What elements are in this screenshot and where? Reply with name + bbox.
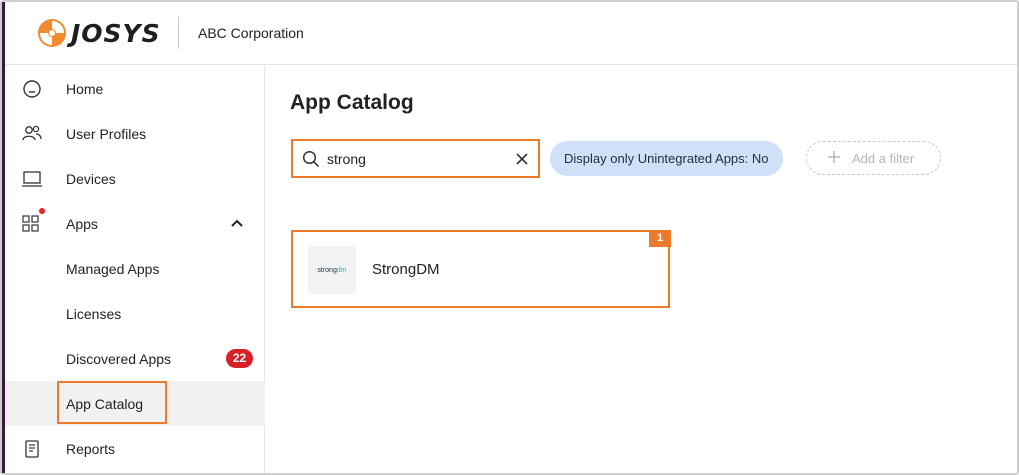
notification-dot <box>39 208 45 214</box>
sidebar-item-label: Managed Apps <box>66 260 160 277</box>
sidebar: Home User Profiles Devices Apps Managed … <box>5 66 265 473</box>
header-divider <box>178 17 179 49</box>
laptop-icon <box>22 171 42 187</box>
app-name: StrongDM <box>372 261 440 278</box>
sidebar-item-discovered-apps[interactable]: Discovered Apps 22 <box>5 336 265 381</box>
step-number-badge: 1 <box>649 230 671 247</box>
strongdm-logo-text-b: dm <box>336 266 347 274</box>
search-box[interactable] <box>291 139 540 178</box>
organization-name: ABC Corporation <box>198 25 304 41</box>
sidebar-item-devices[interactable]: Devices <box>5 156 265 201</box>
unintegrated-apps-filter-chip[interactable]: Display only Unintegrated Apps: No <box>550 141 783 176</box>
app-catalog-highlight <box>57 381 167 424</box>
plus-icon <box>828 151 840 163</box>
sidebar-item-label: Licenses <box>66 305 122 322</box>
search-input[interactable] <box>327 149 497 169</box>
sidebar-item-label: Discovered Apps <box>66 350 172 367</box>
report-icon <box>25 440 39 458</box>
add-filter-label: Add a filter <box>852 151 915 166</box>
grid-icon <box>22 215 39 232</box>
strongdm-logo: strongdm <box>308 246 356 294</box>
brand-name: JOSYS <box>71 18 161 48</box>
add-filter-button[interactable]: Add a filter <box>806 141 941 175</box>
app-card-strongdm[interactable]: strongdm StrongDM 1 <box>291 230 671 308</box>
josys-logo-icon <box>38 19 66 47</box>
top-header: JOSYS ABC Corporation <box>5 2 1017 65</box>
chevron-up-icon[interactable] <box>229 215 245 231</box>
sidebar-item-label: Reports <box>66 440 116 457</box>
sidebar-item-licenses[interactable]: Licenses <box>5 291 265 336</box>
sidebar-item-label: Apps <box>66 215 98 232</box>
users-icon <box>22 125 42 141</box>
search-icon <box>302 150 320 168</box>
sidebar-item-reports[interactable]: Reports <box>5 426 265 471</box>
close-icon[interactable] <box>515 152 529 166</box>
sidebar-item-label: Devices <box>66 170 116 187</box>
discovered-apps-count-badge: 22 <box>226 349 253 368</box>
sidebar-item-user-profiles[interactable]: User Profiles <box>5 111 265 156</box>
sidebar-item-label: Home <box>66 80 104 97</box>
strongdm-logo-text-a: strong <box>317 266 337 274</box>
sidebar-item-home[interactable]: Home <box>5 66 265 111</box>
page-title: App Catalog <box>290 91 414 114</box>
josys-logo[interactable]: JOSYS <box>37 18 161 48</box>
sidebar-item-managed-apps[interactable]: Managed Apps <box>5 246 265 291</box>
sidebar-item-apps[interactable]: Apps <box>5 201 265 246</box>
sidebar-item-label: User Profiles <box>66 125 147 142</box>
home-icon <box>23 80 41 98</box>
